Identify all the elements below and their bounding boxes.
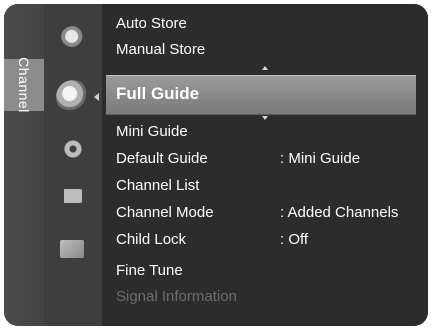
menu-item-label: Mini Guide: [116, 123, 188, 140]
scroll-down-icon[interactable]: [262, 116, 268, 120]
menu-item-value: : Mini Guide: [280, 150, 361, 167]
menu-item-label: Child Lock: [116, 231, 187, 248]
channel-icon[interactable]: [56, 80, 90, 114]
menu-item-label: Fine Tune: [116, 262, 183, 279]
channel-menu-list: Auto Store Manual Store Full Guide Mini …: [102, 4, 428, 326]
menu-item-signal-information: Signal Information: [116, 287, 428, 307]
category-label: Channel: [4, 57, 44, 113]
antenna-icon[interactable]: [60, 26, 86, 52]
category-icon-column: [44, 4, 102, 326]
tv-osd-menu: Channel Auto Store Manual Store Full Gui…: [0, 0, 432, 328]
menu-item-label: Signal Information: [116, 288, 237, 305]
menu-item-channel-list[interactable]: Channel List: [116, 176, 428, 196]
menu-item-fine-tune[interactable]: Fine Tune: [116, 261, 428, 281]
input-icon[interactable]: [60, 189, 82, 203]
menu-item-child-lock[interactable]: Child Lock : Off: [116, 230, 428, 250]
menu-item-channel-mode[interactable]: Channel Mode : Added Channels: [116, 203, 428, 223]
menu-panel: Channel Auto Store Manual Store Full Gui…: [4, 4, 428, 326]
menu-item-label: Channel Mode: [116, 204, 214, 221]
menu-item-manual-store[interactable]: Manual Store: [116, 40, 428, 60]
menu-item-value: : Off: [280, 231, 309, 248]
menu-item-default-guide[interactable]: Default Guide : Mini Guide: [116, 149, 428, 169]
category-label-text: Channel: [16, 57, 32, 113]
menu-item-auto-store[interactable]: Auto Store: [116, 14, 428, 34]
category-bar: Channel: [4, 4, 44, 326]
menu-item-full-guide[interactable]: Full Guide: [106, 75, 416, 115]
setup-icon[interactable]: [60, 136, 86, 162]
menu-item-label: Auto Store: [116, 15, 187, 32]
menu-item-mini-guide[interactable]: Mini Guide: [116, 122, 428, 142]
selected-item-label: Full Guide: [116, 84, 200, 103]
application-icon[interactable]: [60, 240, 84, 258]
menu-item-label: Default Guide: [116, 150, 208, 167]
menu-item-label: Channel List: [116, 177, 200, 194]
selected-category-arrow-icon: [94, 93, 99, 101]
scroll-up-icon[interactable]: [262, 66, 268, 70]
menu-item-value: : Added Channels: [280, 204, 399, 221]
menu-item-label: Manual Store: [116, 41, 206, 58]
